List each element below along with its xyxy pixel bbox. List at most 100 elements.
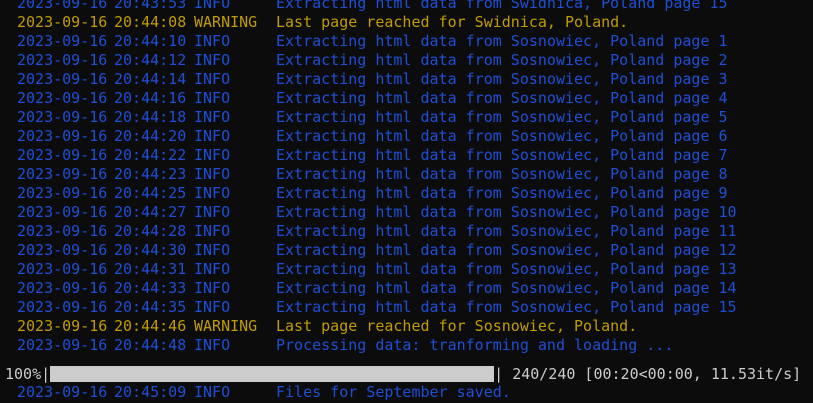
progress-bar-left-edge: | xyxy=(41,364,51,383)
log-level: INFO xyxy=(194,108,231,126)
log-level: INFO xyxy=(194,241,231,259)
log-level: INFO xyxy=(194,336,231,354)
log-time: 20:44:46 xyxy=(114,317,187,335)
log-message: Processing data: tranforming and loading… xyxy=(276,336,674,354)
log-date: 2023-09-16 xyxy=(17,70,108,88)
log-level: INFO xyxy=(194,222,231,240)
log-level: INFO xyxy=(194,203,231,221)
log-level: INFO xyxy=(194,383,231,401)
log-date: 2023-09-16 xyxy=(17,13,108,31)
log-date: 2023-09-16 xyxy=(17,51,108,69)
log-message: Files for September saved. xyxy=(276,383,511,401)
log-time: 20:44:20 xyxy=(114,127,187,145)
log-line: 2023-09-16 20:44:14 INFO Extracting html da… xyxy=(17,70,737,89)
log-date: 2023-09-16 xyxy=(17,146,108,164)
log-date: 2023-09-16 xyxy=(17,0,108,12)
log-message: Extracting html data from Sosnowiec, Pol… xyxy=(276,51,728,69)
log-time: 20:44:48 xyxy=(114,336,187,354)
log-date: 2023-09-16 xyxy=(17,108,108,126)
log-level: INFO xyxy=(194,184,231,202)
log-date: 2023-09-16 xyxy=(17,203,108,221)
progress-bar-fill xyxy=(50,366,495,382)
log-level: INFO xyxy=(194,165,231,183)
log-message: Last page reached for Swidnica, Poland. xyxy=(276,13,629,31)
log-time: 20:44:25 xyxy=(114,184,187,202)
log-level: INFO xyxy=(194,260,231,278)
log-level: WARNING xyxy=(194,13,258,31)
log-message: Extracting html data from Sosnowiec, Pol… xyxy=(276,127,728,145)
log-date: 2023-09-16 xyxy=(17,165,108,183)
log-line: 2023-09-16 20:44:25 INFO Extracting html da… xyxy=(17,184,737,203)
log-line: 2023-09-16 20:43:53 INFO Extracting html da… xyxy=(17,0,737,13)
log-message: Extracting html data from Sosnowiec, Pol… xyxy=(276,298,737,316)
log-date: 2023-09-16 xyxy=(17,241,108,259)
log-line: 2023-09-16 20:44:08 WARNING Last page reach… xyxy=(17,13,737,32)
log-time: 20:44:33 xyxy=(114,279,187,297)
log-line: 2023-09-16 20:44:48 INFO Processing data: t… xyxy=(17,336,737,355)
log-message: Extracting html data from Sosnowiec, Pol… xyxy=(276,89,728,107)
log-message: Extracting html data from Sosnowiec, Pol… xyxy=(276,108,728,126)
log-level: INFO xyxy=(194,146,231,164)
log-message: Extracting html data from Sosnowiec, Pol… xyxy=(276,260,737,278)
log-message: Extracting html data from Sosnowiec, Pol… xyxy=(276,70,728,88)
log-time: 20:44:31 xyxy=(114,260,187,278)
log-line: 2023-09-16 20:44:27 INFO Extracting html da… xyxy=(17,203,737,222)
terminal-window[interactable]: 2023-09-16 20:43:53 INFO Extracting html da… xyxy=(0,0,813,403)
log-date: 2023-09-16 xyxy=(17,317,108,335)
log-time: 20:44:30 xyxy=(114,241,187,259)
log-date: 2023-09-16 xyxy=(17,222,108,240)
log-time: 20:44:18 xyxy=(114,108,187,126)
log-time: 20:44:14 xyxy=(114,70,187,88)
log-time: 20:44:28 xyxy=(114,222,187,240)
log-output: 2023-09-16 20:43:53 INFO Extracting html da… xyxy=(17,0,737,355)
log-message: Last page reached for Sosnowiec, Poland. xyxy=(276,317,638,335)
progress-bar-row: 100% | | 240/240 [00:20<00:00, 11.53it/s… xyxy=(5,364,813,384)
progress-stats: 240/240 [00:20<00:00, 11.53it/s] xyxy=(512,364,802,383)
log-line: 2023-09-16 20:44:10 INFO Extracting html da… xyxy=(17,32,737,51)
progress-bar-right-edge: | xyxy=(494,364,504,383)
log-line: 2023-09-16 20:44:23 INFO Extracting html da… xyxy=(17,165,737,184)
log-message: Extracting html data from Swidnica, Pola… xyxy=(276,0,728,12)
log-level: INFO xyxy=(194,279,231,297)
log-line: 2023-09-16 20:45:09 INFO Files for Septembe… xyxy=(17,383,511,402)
log-time: 20:44:08 xyxy=(114,13,187,31)
log-output-after: 2023-09-16 20:45:09 INFO Files for Septembe… xyxy=(17,383,511,402)
log-date: 2023-09-16 xyxy=(17,184,108,202)
log-line: 2023-09-16 20:44:20 INFO Extracting html da… xyxy=(17,127,737,146)
progress-bar-track xyxy=(50,366,495,382)
log-date: 2023-09-16 xyxy=(17,127,108,145)
log-time: 20:44:22 xyxy=(114,146,187,164)
log-level: INFO xyxy=(194,70,231,88)
log-time: 20:44:23 xyxy=(114,165,187,183)
log-time: 20:44:12 xyxy=(114,51,187,69)
log-time: 20:44:27 xyxy=(114,203,187,221)
log-level: INFO xyxy=(194,32,231,50)
log-line: 2023-09-16 20:44:16 INFO Extracting html da… xyxy=(17,89,737,108)
log-time: 20:44:16 xyxy=(114,89,187,107)
log-message: Extracting html data from Sosnowiec, Pol… xyxy=(276,165,728,183)
log-time: 20:44:35 xyxy=(114,298,187,316)
log-message: Extracting html data from Sosnowiec, Pol… xyxy=(276,32,728,50)
log-date: 2023-09-16 xyxy=(17,383,108,401)
log-level: INFO xyxy=(194,127,231,145)
log-date: 2023-09-16 xyxy=(17,89,108,107)
log-line: 2023-09-16 20:44:28 INFO Extracting html da… xyxy=(17,222,737,241)
log-message: Extracting html data from Sosnowiec, Pol… xyxy=(276,222,737,240)
log-line: 2023-09-16 20:44:31 INFO Extracting html da… xyxy=(17,260,737,279)
log-line: 2023-09-16 20:44:30 INFO Extracting html da… xyxy=(17,241,737,260)
log-message: Extracting html data from Sosnowiec, Pol… xyxy=(276,146,728,164)
log-line: 2023-09-16 20:44:33 INFO Extracting html da… xyxy=(17,279,737,298)
progress-percent: 100% xyxy=(5,364,42,383)
log-date: 2023-09-16 xyxy=(17,260,108,278)
log-message: Extracting html data from Sosnowiec, Pol… xyxy=(276,203,737,221)
log-line: 2023-09-16 20:44:18 INFO Extracting html da… xyxy=(17,108,737,127)
log-level: INFO xyxy=(194,89,231,107)
log-line: 2023-09-16 20:44:12 INFO Extracting html da… xyxy=(17,51,737,70)
log-line: 2023-09-16 20:44:22 INFO Extracting html da… xyxy=(17,146,737,165)
log-level: INFO xyxy=(194,0,231,12)
log-date: 2023-09-16 xyxy=(17,298,108,316)
log-line: 2023-09-16 20:44:35 INFO Extracting html da… xyxy=(17,298,737,317)
log-message: Extracting html data from Sosnowiec, Pol… xyxy=(276,279,737,297)
log-level: INFO xyxy=(194,298,231,316)
log-level: WARNING xyxy=(194,317,258,335)
